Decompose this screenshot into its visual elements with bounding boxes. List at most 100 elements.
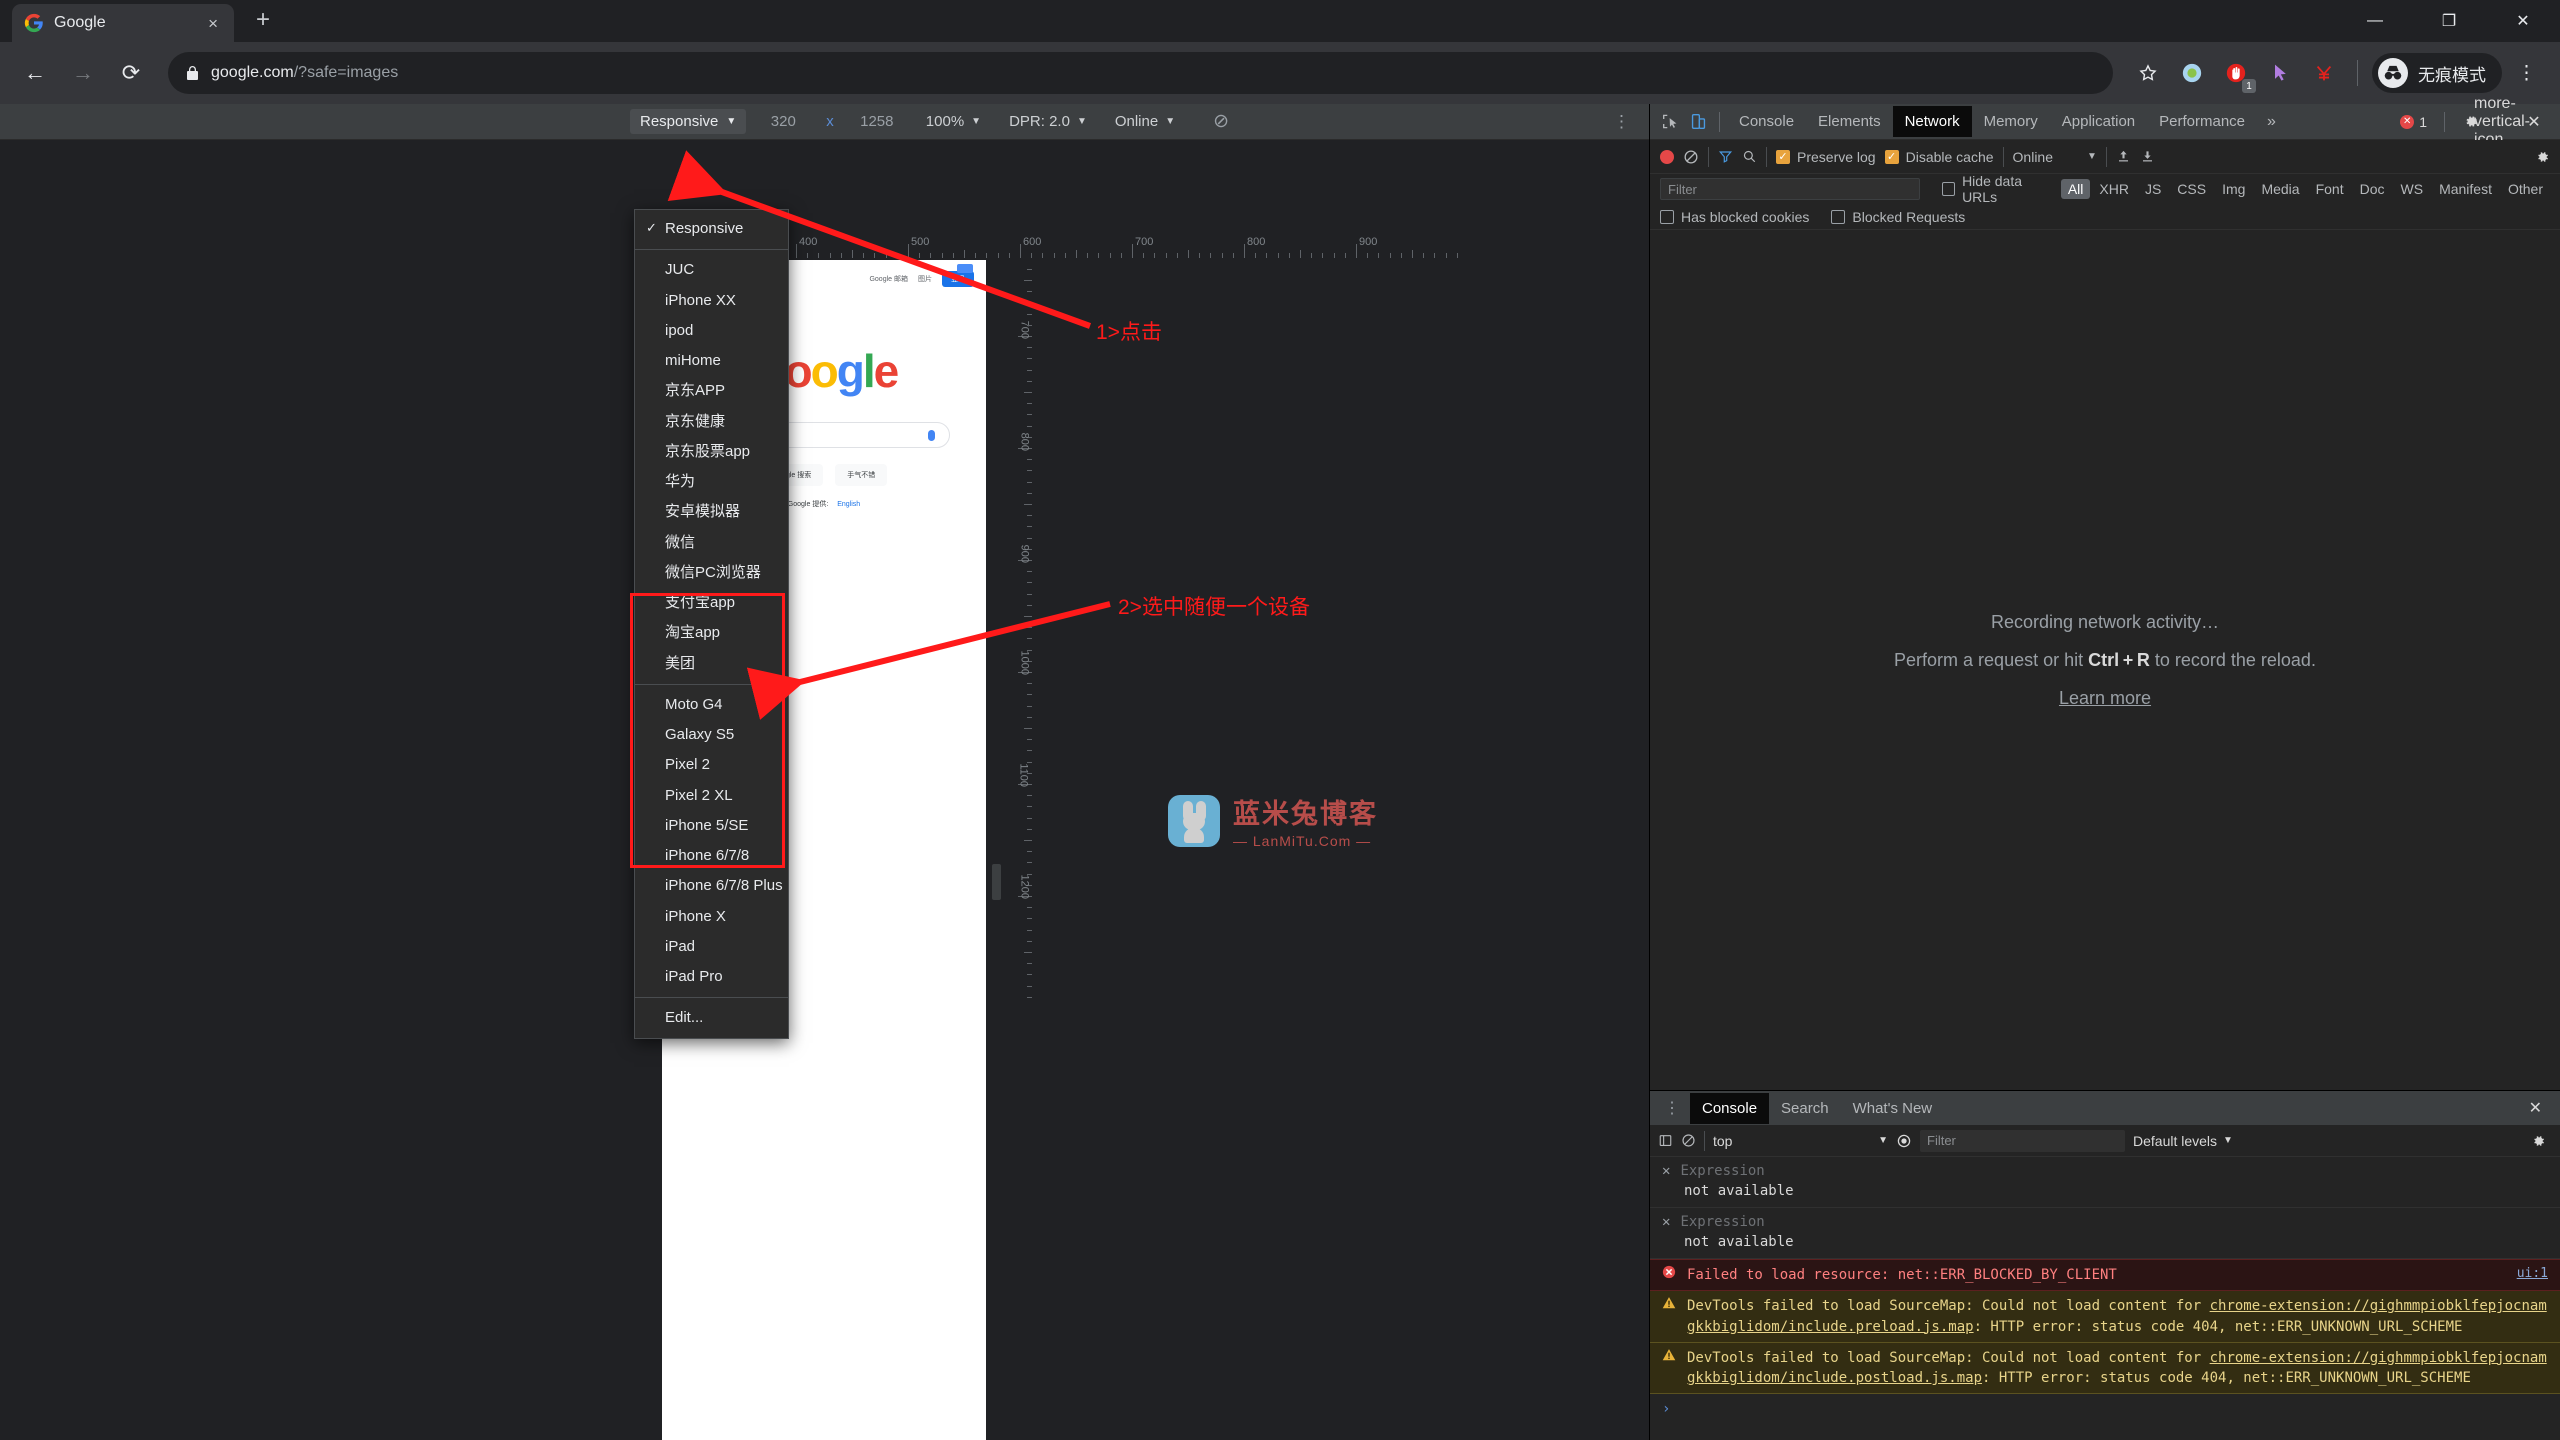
- console-settings-gear-icon[interactable]: [2530, 1133, 2552, 1149]
- menu-item-device-9[interactable]: iPad Pro: [635, 962, 788, 992]
- live-expression-1[interactable]: ✕Expressionnot available: [1650, 1208, 2560, 1259]
- cursor-icon[interactable]: [2261, 54, 2299, 92]
- google-language-link[interactable]: English: [837, 501, 860, 508]
- learn-more-link[interactable]: Learn more: [2059, 688, 2151, 709]
- extension-yen-icon[interactable]: [2305, 54, 2343, 92]
- menu-item-device-1[interactable]: Galaxy S5: [635, 720, 788, 750]
- remove-expression-icon[interactable]: ✕: [1662, 1214, 1670, 1230]
- reload-button[interactable]: ⟳: [110, 52, 152, 94]
- menu-item-edit[interactable]: Edit...: [635, 1003, 788, 1033]
- no-throttling-icon[interactable]: ⊘: [1213, 110, 1229, 133]
- filter-icon[interactable]: [1718, 149, 1733, 164]
- console-message-warning[interactable]: DevTools failed to load SourceMap: Could…: [1650, 1343, 2560, 1395]
- menu-item-device-0[interactable]: Moto G4: [635, 690, 788, 720]
- download-icon[interactable]: [2140, 149, 2155, 164]
- menu-item-responsive[interactable]: ✓ Responsive: [635, 214, 788, 244]
- menu-item-custom-11[interactable]: 支付宝app: [635, 588, 788, 618]
- hide-data-urls-checkbox[interactable]: Hide data URLs: [1942, 173, 2053, 205]
- has-blocked-cookies-checkbox[interactable]: Has blocked cookies: [1660, 209, 1809, 225]
- devtools-tab-memory[interactable]: Memory: [1972, 106, 2050, 137]
- menu-item-custom-5[interactable]: 京东健康: [635, 407, 788, 437]
- preserve-log-checkbox[interactable]: ✓ Preserve log: [1776, 149, 1876, 165]
- devtools-tab-performance[interactable]: Performance: [2147, 106, 2257, 137]
- network-throttle-select[interactable]: Online ▼: [1103, 109, 1187, 134]
- back-button[interactable]: ←: [14, 52, 56, 94]
- remove-expression-icon[interactable]: ✕: [1662, 1163, 1670, 1179]
- more-tabs-button[interactable]: »: [2257, 107, 2286, 137]
- browser-tab[interactable]: Google ×: [12, 4, 234, 42]
- menu-item-custom-10[interactable]: 微信PC浏览器: [635, 558, 788, 588]
- menu-item-custom-6[interactable]: 京东股票app: [635, 437, 788, 467]
- device-selection-menu[interactable]: ✓ Responsive JUCiPhone XXipodmiHome京东APP…: [634, 209, 789, 1039]
- resource-filter-ws[interactable]: WS: [2394, 179, 2431, 199]
- network-filter-input[interactable]: Filter: [1660, 178, 1920, 200]
- window-maximize-button[interactable]: ❐: [2412, 0, 2486, 42]
- menu-item-device-8[interactable]: iPad: [635, 932, 788, 962]
- menu-item-custom-3[interactable]: miHome: [635, 346, 788, 376]
- network-throttle-dropdown[interactable]: Online ▼: [2013, 149, 2097, 165]
- resource-filter-media[interactable]: Media: [2254, 179, 2306, 199]
- device-select[interactable]: Responsive ▼: [630, 109, 746, 134]
- network-settings-gear-icon[interactable]: [2534, 149, 2550, 165]
- devtools-tab-application[interactable]: Application: [2050, 106, 2147, 137]
- zoom-select[interactable]: 100% ▼: [914, 109, 993, 134]
- menu-item-device-4[interactable]: iPhone 5/SE: [635, 811, 788, 841]
- show-sidebar-icon[interactable]: [1658, 1133, 1673, 1148]
- menu-item-device-2[interactable]: Pixel 2: [635, 750, 788, 780]
- viewport-top-resize-handle[interactable]: [957, 264, 973, 273]
- menu-item-custom-12[interactable]: 淘宝app: [635, 618, 788, 648]
- console-message-warning[interactable]: DevTools failed to load SourceMap: Could…: [1650, 1291, 2560, 1343]
- viewport-height-input[interactable]: 1258: [844, 109, 910, 134]
- console-context-select[interactable]: top ▼: [1713, 1133, 1888, 1149]
- viewport-width-input[interactable]: 320: [750, 109, 816, 134]
- window-minimize-button[interactable]: —: [2338, 0, 2412, 42]
- resource-filter-manifest[interactable]: Manifest: [2432, 179, 2499, 199]
- menu-item-device-6[interactable]: iPhone 6/7/8 Plus: [635, 871, 788, 901]
- inspect-icon[interactable]: [1656, 108, 1684, 136]
- microphone-icon[interactable]: [928, 430, 935, 441]
- resource-filter-other[interactable]: Other: [2501, 179, 2550, 199]
- device-toolbar-more-button[interactable]: ⋮: [1613, 112, 1631, 132]
- drawer-more-button[interactable]: ⋮: [1654, 1098, 1690, 1118]
- menu-item-device-5[interactable]: iPhone 6/7/8: [635, 841, 788, 871]
- menu-item-custom-1[interactable]: iPhone XX: [635, 286, 788, 316]
- search-icon[interactable]: [1742, 149, 1757, 164]
- drawer-tab-console[interactable]: Console: [1690, 1093, 1769, 1124]
- resource-filter-xhr[interactable]: XHR: [2092, 179, 2136, 199]
- resource-filter-css[interactable]: CSS: [2170, 179, 2213, 199]
- resource-filter-js[interactable]: JS: [2138, 179, 2168, 199]
- viewport-side-resize-handle[interactable]: [992, 864, 1001, 900]
- menu-item-custom-9[interactable]: 微信: [635, 528, 788, 558]
- console-message-source[interactable]: ui:1: [2517, 1265, 2548, 1284]
- console-filter-input[interactable]: Filter: [1920, 1130, 2125, 1152]
- resource-filter-doc[interactable]: Doc: [2353, 179, 2392, 199]
- google-images-link[interactable]: 图片: [918, 274, 932, 284]
- blocked-requests-checkbox[interactable]: Blocked Requests: [1831, 209, 1965, 225]
- menu-item-custom-0[interactable]: JUC: [635, 255, 788, 285]
- menu-item-custom-8[interactable]: 安卓模拟器: [635, 497, 788, 527]
- console-levels-select[interactable]: Default levels ▼: [2133, 1133, 2233, 1149]
- disable-cache-checkbox[interactable]: ✓ Disable cache: [1885, 149, 1994, 165]
- menu-item-device-7[interactable]: iPhone X: [635, 902, 788, 932]
- drawer-tab-what-s-new[interactable]: What's New: [1841, 1093, 1945, 1124]
- extension-hand-icon[interactable]: 1: [2217, 54, 2255, 92]
- resource-filter-img[interactable]: Img: [2215, 179, 2252, 199]
- bookmark-star-icon[interactable]: [2129, 54, 2167, 92]
- google-gmail-link[interactable]: Google 邮箱: [869, 274, 908, 284]
- devtools-tab-network[interactable]: Network: [1893, 106, 1972, 137]
- resource-filter-font[interactable]: Font: [2309, 179, 2351, 199]
- google-lucky-button[interactable]: 手气不错: [835, 464, 887, 486]
- devtools-tab-elements[interactable]: Elements: [1806, 106, 1893, 137]
- extension-circle-icon[interactable]: [2173, 54, 2211, 92]
- console-message-error[interactable]: Failed to load resource: net::ERR_BLOCKE…: [1650, 1259, 2560, 1291]
- devtools-more-button[interactable]: more-vertical-icon: [2488, 108, 2516, 136]
- console-message-link[interactable]: chrome-extension://gighmmpiobklfepjocnam…: [1687, 1298, 2547, 1334]
- menu-item-custom-2[interactable]: ipod: [635, 316, 788, 346]
- devtools-close-button[interactable]: ✕: [2520, 108, 2548, 136]
- drawer-close-button[interactable]: ✕: [2515, 1098, 2556, 1118]
- record-icon[interactable]: [1660, 150, 1674, 164]
- menu-item-device-3[interactable]: Pixel 2 XL: [635, 781, 788, 811]
- clear-icon[interactable]: [1683, 149, 1699, 165]
- menu-item-custom-7[interactable]: 华为: [635, 467, 788, 497]
- console-message-list[interactable]: ✕Expressionnot available✕Expressionnot a…: [1650, 1157, 2560, 1440]
